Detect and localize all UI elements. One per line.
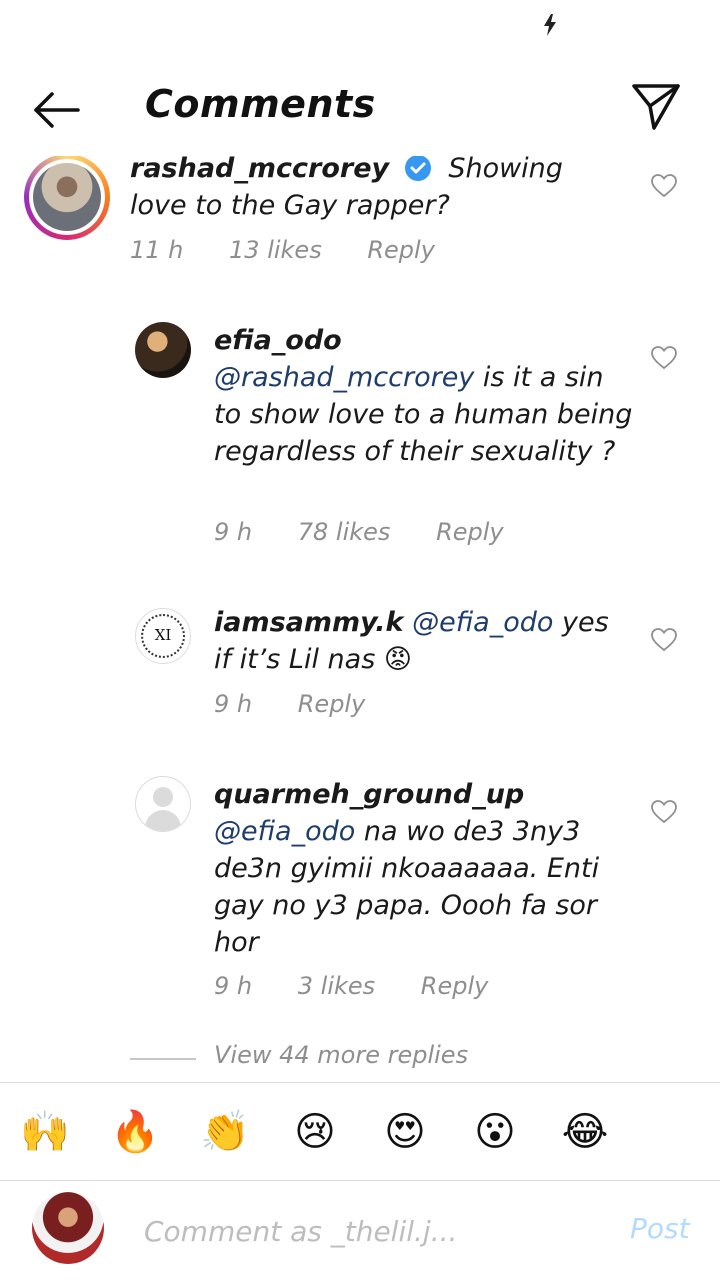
status-bar xyxy=(0,0,720,50)
comment-text: iamsammy.k @efia_odo yes if it’s Lil nas… xyxy=(214,604,634,678)
comment-mention[interactable]: @efia_odo xyxy=(412,607,553,638)
tears-of-joy-emoji[interactable]: 😂 xyxy=(560,1107,610,1157)
raising-hands-emoji[interactable]: 🙌 xyxy=(20,1107,70,1157)
clapping-hands-emoji[interactable]: 👏 xyxy=(200,1107,250,1157)
comment-meta: 11 h 13 likes Reply xyxy=(130,236,473,264)
header: Comments xyxy=(0,60,720,156)
like-heart-icon[interactable] xyxy=(651,628,677,652)
current-user-avatar[interactable] xyxy=(32,1192,104,1264)
reply-button[interactable]: Reply xyxy=(367,236,435,264)
comments-list: rashad_mccrorey Showing love to the Gay … xyxy=(0,156,720,1082)
comment-meta: 9 h 3 likes Reply xyxy=(214,972,526,1000)
reply-button[interactable]: Reply xyxy=(421,972,489,1000)
comment-username[interactable]: iamsammy.k xyxy=(214,607,404,638)
back-arrow-icon[interactable] xyxy=(30,86,82,134)
charging-bolt-icon xyxy=(544,14,556,36)
comment-text: efia_odo @rashad_mccrorey is it a sin to… xyxy=(214,322,634,470)
heart-eyes-emoji[interactable]: 😍 xyxy=(380,1107,430,1157)
paper-plane-icon[interactable] xyxy=(630,80,682,132)
avatar-logo-text: XI xyxy=(154,626,172,644)
reply-button[interactable]: Reply xyxy=(298,690,366,718)
comment-time: 9 h xyxy=(214,518,253,546)
view-more-label[interactable]: View 44 more replies xyxy=(214,1041,468,1069)
surprised-face-emoji[interactable]: 😮 xyxy=(470,1107,520,1157)
comment-likes[interactable]: 13 likes xyxy=(229,236,322,264)
post-button[interactable]: Post xyxy=(630,1212,690,1245)
comment-likes[interactable]: 3 likes xyxy=(298,972,375,1000)
comment-text: quarmeh_ground_up @efia_odo na wo de3 3n… xyxy=(214,776,634,961)
divider-line xyxy=(130,1058,196,1060)
comment-username[interactable]: quarmeh_ground_up xyxy=(214,779,524,810)
avatar[interactable] xyxy=(135,322,191,378)
avatar[interactable] xyxy=(24,156,110,240)
comment-time: 9 h xyxy=(214,972,253,1000)
avatar[interactable]: XI xyxy=(135,608,191,664)
comment-mention[interactable]: @efia_odo xyxy=(214,816,355,847)
comment-input[interactable] xyxy=(142,1208,586,1254)
comment-time: 11 h xyxy=(130,236,184,264)
angry-face-emoji: 😡 xyxy=(383,644,413,675)
comment-username[interactable]: rashad_mccrorey xyxy=(130,156,389,184)
comment-compose-bar: Post xyxy=(0,1180,720,1280)
comment-text: rashad_mccrorey Showing love to the Gay … xyxy=(130,156,610,224)
reply-button[interactable]: Reply xyxy=(436,518,504,546)
crying-face-emoji[interactable]: 😢 xyxy=(290,1107,340,1157)
fire-emoji[interactable]: 🔥 xyxy=(110,1107,160,1157)
emoji-reaction-bar: 🙌 🔥 👏 😢 😍 😮 😂 xyxy=(0,1082,720,1181)
comment-username[interactable]: efia_odo xyxy=(214,325,342,356)
like-heart-icon[interactable] xyxy=(651,800,677,824)
page-title: Comments xyxy=(145,82,376,126)
comment-meta: 9 h Reply xyxy=(214,690,403,718)
comment-mention[interactable]: @rashad_mccrorey xyxy=(214,362,474,393)
like-heart-icon[interactable] xyxy=(651,174,677,198)
default-avatar-icon[interactable] xyxy=(135,776,191,832)
verified-badge-icon xyxy=(404,156,431,181)
comment-likes[interactable]: 78 likes xyxy=(298,518,391,546)
comment-meta: 9 h 78 likes Reply xyxy=(214,518,542,546)
comment-time: 9 h xyxy=(214,690,253,718)
like-heart-icon[interactable] xyxy=(651,346,677,370)
